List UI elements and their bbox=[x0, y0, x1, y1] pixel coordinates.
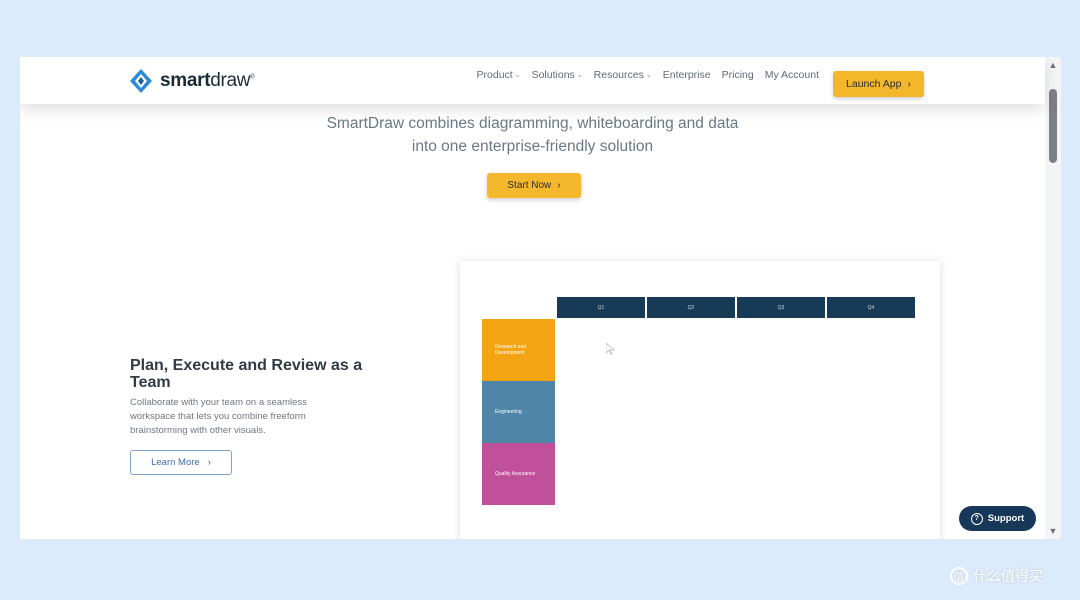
quarter-header-2: Q2 bbox=[647, 297, 735, 318]
nav-item-label: Resources bbox=[593, 69, 644, 81]
nav-item-product[interactable]: Product ⌄ bbox=[477, 69, 521, 81]
watermark-text: 什么值得买 bbox=[973, 568, 1043, 584]
quarter-header-1: Q1 bbox=[557, 297, 645, 318]
nav-item-pricing[interactable]: Pricing bbox=[722, 69, 754, 81]
quarter-header-4: Q4 bbox=[827, 297, 915, 318]
feature-description: Collaborate with your team on a seamless… bbox=[130, 397, 307, 436]
smartdraw-logo-icon bbox=[130, 69, 152, 93]
chevron-down-icon: ⌄ bbox=[645, 72, 652, 79]
learn-more-label: Learn More bbox=[151, 457, 200, 468]
nav-item-label: Pricing bbox=[721, 69, 754, 81]
swimlane-label: Quality Assurance bbox=[495, 471, 536, 477]
support-label: Support bbox=[987, 513, 1025, 524]
chevron-right-icon: › bbox=[557, 180, 561, 191]
swimlane-3: Quality Assurance bbox=[482, 443, 555, 505]
swimlane-label: Research and Development bbox=[495, 344, 527, 356]
quarter-header-3: Q3 bbox=[737, 297, 825, 318]
chevron-right-icon: › bbox=[207, 457, 211, 468]
chevron-right-icon: › bbox=[907, 78, 911, 90]
swimlane-label: Engineering bbox=[495, 409, 522, 415]
chevron-down-icon: ⌄ bbox=[514, 72, 521, 79]
watermark: 值 什么值得买 bbox=[950, 566, 1043, 586]
swimlane-2: Engineering bbox=[482, 381, 555, 443]
nav-item-label: Product bbox=[476, 69, 513, 81]
help-icon: ? bbox=[970, 512, 983, 525]
feature-title: Plan, Execute and Review as a Team bbox=[130, 357, 363, 391]
hero-tagline-line1: SmartDraw combines diagramming, whiteboa… bbox=[326, 115, 739, 132]
hero-tagline-line2: into one enterprise-friendly solution bbox=[411, 138, 654, 155]
learn-more-button[interactable]: Learn More › bbox=[130, 450, 232, 475]
main-nav: Product ⌄ Solutions ⌄ Resources ⌄ Enterprise Pr… bbox=[477, 69, 819, 81]
scroll-up-icon[interactable]: ▲ bbox=[1045, 57, 1061, 73]
scrollbar[interactable]: ▲ ▼ bbox=[1045, 57, 1061, 539]
top-navbar: smartdraw® Product ⌄ Solutions ⌄ Resources ⌄ E… bbox=[20, 57, 1045, 104]
swimlane-preview-card: Q1 Q2 Q3 Q4 Research and Development Engineer… bbox=[460, 261, 940, 539]
launch-app-label: Launch App bbox=[846, 78, 902, 90]
nav-item-label: Solutions bbox=[531, 69, 575, 81]
swimlane-1: Research and Development bbox=[482, 319, 555, 381]
nav-item-solutions[interactable]: Solutions ⌄ bbox=[532, 69, 583, 81]
logo[interactable]: smartdraw® bbox=[130, 69, 255, 93]
scroll-thumb[interactable] bbox=[1049, 89, 1057, 163]
nav-item-enterprise[interactable]: Enterprise bbox=[663, 69, 711, 81]
nav-item-label: Enterprise bbox=[662, 69, 711, 81]
nav-item-label: My Account bbox=[764, 69, 819, 81]
nav-item-my-account[interactable]: My Account bbox=[765, 69, 819, 81]
start-now-button[interactable]: Start Now › bbox=[487, 173, 581, 198]
watermark-logo-icon: 值 bbox=[950, 567, 968, 585]
browser-window: smartdraw® Product ⌄ Solutions ⌄ Resources ⌄ E… bbox=[20, 57, 1061, 539]
nav-item-resources[interactable]: Resources ⌄ bbox=[594, 69, 652, 81]
scroll-down-icon[interactable]: ▼ bbox=[1045, 523, 1061, 539]
hero-tagline: SmartDraw combines diagramming, whiteboa… bbox=[20, 112, 1045, 158]
cursor-icon bbox=[606, 343, 615, 355]
logo-wordmark: smartdraw® bbox=[160, 70, 255, 91]
chevron-down-icon: ⌄ bbox=[576, 72, 583, 79]
support-button[interactable]: ? Support bbox=[959, 506, 1036, 531]
launch-app-button[interactable]: Launch App › bbox=[833, 71, 924, 97]
start-now-label: Start Now bbox=[507, 180, 552, 191]
